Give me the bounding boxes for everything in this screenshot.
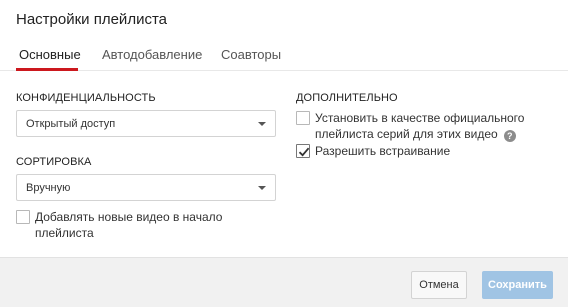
official-series-label-line1: Установить в качестве официального — [315, 111, 525, 125]
official-series-label-text: плейлиста серий для этих видео — [315, 127, 498, 141]
official-series-label-line2: плейлиста серий для этих видео? — [315, 126, 516, 142]
privacy-select[interactable]: Открытый доступ — [16, 110, 276, 137]
allow-embed-option: Разрешить встраивание — [296, 143, 556, 161]
sorting-select-value: Вручную — [26, 182, 71, 194]
add-to-top-label-line1: Добавлять новые видео в начало — [35, 210, 223, 224]
sorting-label: СОРТИРОВКА — [16, 156, 92, 168]
chevron-down-icon — [258, 122, 266, 126]
official-series-checkbox[interactable] — [296, 111, 310, 125]
chevron-down-icon — [258, 186, 266, 190]
playlist-settings-dialog: Настройки плейлиста Основные Автодобавле… — [0, 0, 568, 307]
advanced-label: ДОПОЛНИТЕЛЬНО — [296, 92, 398, 104]
save-button[interactable]: Сохранить — [482, 271, 553, 299]
add-to-top-checkbox[interactable] — [16, 210, 30, 224]
allow-embed-checkbox[interactable] — [296, 144, 310, 158]
help-icon[interactable]: ? — [503, 130, 516, 142]
sorting-select[interactable]: Вручную — [16, 174, 276, 201]
tab-bar: Основные Автодобавление Соавторы — [0, 40, 568, 71]
add-to-top-label-line2: плейлиста — [35, 226, 94, 240]
dialog-title: Настройки плейлиста — [16, 11, 167, 28]
privacy-label: КОНФИДЕНЦИАЛЬНОСТЬ — [16, 92, 156, 104]
tab-collaborators[interactable]: Соавторы — [221, 47, 281, 63]
cancel-button[interactable]: Отмена — [411, 271, 467, 299]
tab-basic[interactable]: Основные — [19, 47, 81, 63]
tab-autoadd[interactable]: Автодобавление — [102, 47, 202, 63]
official-series-option: Установить в качестве официального плейл… — [296, 110, 556, 142]
privacy-select-value: Открытый доступ — [26, 118, 116, 130]
checkmark-icon — [298, 147, 310, 157]
allow-embed-label: Разрешить встраивание — [315, 144, 451, 158]
active-tab-indicator — [16, 68, 78, 71]
add-to-top-option: Добавлять новые видео в начало плейлиста — [16, 209, 276, 241]
